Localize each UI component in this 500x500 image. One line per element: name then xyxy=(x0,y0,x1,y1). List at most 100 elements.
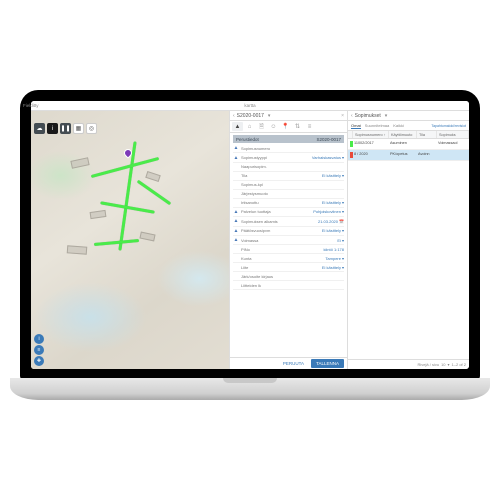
rows-per-page-value[interactable]: 10 xyxy=(441,362,445,367)
pause-icon[interactable]: ❚❚ xyxy=(60,123,71,134)
calendar-icon[interactable]: 📅 xyxy=(339,219,344,224)
field-label: Sopimusnumero xyxy=(241,146,342,151)
cell-state: Avoinn xyxy=(416,150,436,160)
details-panel: ‹ S2020-0017 ▾ × ▲ ⌂ 🗎 ☺ 📍 ⇅ ≡ Perustied… xyxy=(229,111,347,369)
field-label: Voimassa xyxy=(241,238,335,243)
field-icon: ▲ xyxy=(233,155,239,161)
field-label: Järjestysmuoto xyxy=(241,191,342,196)
map-panel[interactable]: ☁ i ❚❚ ▦ ◎ i ≡ ✚ xyxy=(31,111,229,369)
field-dropdown[interactable]: Pohjoiskoviinen xyxy=(313,209,344,214)
field-label: Tila xyxy=(241,173,320,178)
field-label: Irtisanottu xyxy=(241,200,320,205)
form-row: TilaEi käsittely xyxy=(233,172,344,181)
map-quick-controls: i ≡ ✚ xyxy=(34,334,44,366)
cancel-button[interactable]: PERUUTA xyxy=(279,359,308,368)
chevron-down-icon[interactable]: ▾ xyxy=(385,113,388,119)
details-body: Perustiedot S2020-0017 ▲Sopimusnumero▲So… xyxy=(230,133,347,357)
field-label: Liitteiden lk xyxy=(241,283,342,288)
col-use[interactable]: Käyttömuuto xyxy=(389,131,417,138)
field-label: Järk/osoite kirjaus xyxy=(241,274,342,279)
content: ☁ i ❚❚ ▦ ◎ i ≡ ✚ ‹ S2020-0017 ▾ × ▲ ⌂ 🗎 … xyxy=(31,111,469,369)
col-state[interactable]: Tila xyxy=(417,131,437,138)
tab-pin-icon[interactable]: 📍 xyxy=(280,122,291,131)
field-label: Päätösvuosipvm xyxy=(241,228,320,233)
info-button[interactable]: i xyxy=(34,334,44,344)
chevron-down-icon[interactable]: ▾ xyxy=(268,113,271,119)
section-header[interactable]: Perustiedot S2020-0017 xyxy=(233,135,344,143)
col-extra[interactable]: Sopimuks xyxy=(437,131,469,138)
tab-sort-icon[interactable]: ⇅ xyxy=(292,122,303,131)
tab-plan[interactable]: Suunnitelmaa xyxy=(365,123,389,128)
title-right: kartta xyxy=(244,103,255,108)
table-header: Sopimusnumero ↑ Käyttömuuto Tila Sopimuk… xyxy=(348,131,469,139)
cell-use: Asuminen xyxy=(388,139,416,149)
details-tabs: ▲ ⌂ 🗎 ☺ 📍 ⇅ ≡ xyxy=(230,121,347,133)
bezel: Fielditty kartta ☁ i ❚❚ ▦ ◎ i ≡ ✚ xyxy=(20,90,480,380)
form-row: ▲Sopimusnumero xyxy=(233,144,344,153)
field-dropdown[interactable]: Tampere xyxy=(325,256,344,261)
contracts-panel: ‹ Sopimukset ▾ Omat Suunnitelmaa Kaikki … xyxy=(347,111,469,369)
rows-per-page-label: Rivejä / sivu xyxy=(418,362,440,367)
field-dropdown[interactable]: Varhaiskasvatus xyxy=(312,155,344,160)
tab-list-icon[interactable]: ≡ xyxy=(304,122,315,131)
titlebar: Fielditty kartta xyxy=(31,101,469,111)
form-row: Liitteiden lk xyxy=(233,281,344,290)
info-icon[interactable]: i xyxy=(47,123,58,134)
chevron-left-icon[interactable]: ‹ xyxy=(233,113,235,119)
contracts-title: Sopimukset xyxy=(355,113,381,119)
locate-button[interactable]: ✚ xyxy=(34,356,44,366)
field-label: Kunta xyxy=(241,256,323,261)
field-label: Palvelun tuottaja xyxy=(241,209,311,214)
table-row[interactable]: 8 / 2020PK/opetusAvoinn xyxy=(348,150,469,161)
section-title: Perustiedot xyxy=(236,137,259,142)
field-dropdown[interactable]: Ei käsittely xyxy=(322,265,344,270)
details-id: S2020-0017 xyxy=(237,113,264,119)
cell-number: 8 / 2020 xyxy=(352,150,388,160)
cloud-icon[interactable]: ☁ xyxy=(34,123,45,134)
tab-basic-icon[interactable]: ▲ xyxy=(232,122,243,131)
contracts-header: ‹ Sopimukset ▾ xyxy=(348,111,469,121)
page-range: 1–2 of 2 xyxy=(452,362,466,367)
field-icon: ▲ xyxy=(233,218,239,224)
laptop-base xyxy=(10,378,490,400)
cell-extra xyxy=(436,150,469,160)
field-icon: ▲ xyxy=(233,145,239,151)
field-dropdown[interactable]: Ei käsittely xyxy=(322,200,344,205)
tab-home-icon[interactable]: ⌂ xyxy=(244,122,255,131)
grid-icon[interactable]: ▦ xyxy=(73,123,84,134)
form-row: IrtisanottuEi käsittely xyxy=(233,199,344,208)
contracts-tabs: Omat Suunnitelmaa Kaikki Tapahtumaloki/r… xyxy=(348,121,469,131)
layers-button[interactable]: ≡ xyxy=(34,345,44,355)
tab-user-icon[interactable]: ☺ xyxy=(268,122,279,131)
contracts-table: Sopimusnumero ↑ Käyttömuuto Tila Sopimuk… xyxy=(348,131,469,161)
log-link[interactable]: Tapahtumaloki/revisiot xyxy=(431,124,466,128)
form-row: ▲VoimassaEi xyxy=(233,236,344,245)
form-row: Sopimus-kpl xyxy=(233,181,344,190)
field-dropdown[interactable]: Ei käsittely xyxy=(322,228,344,233)
cell-extra: Voimassaol xyxy=(436,139,469,149)
form-row: Järjestysmuoto xyxy=(233,190,344,199)
contracts-footer: Rivejä / sivu 10 ▾ 1–2 of 2 xyxy=(348,359,469,369)
tab-file-icon[interactable]: 🗎 xyxy=(256,122,267,131)
tab-own[interactable]: Omat xyxy=(351,123,361,129)
building xyxy=(66,245,87,254)
field-date[interactable]: 21.03.2020📅 xyxy=(318,219,344,224)
chevron-down-icon[interactable]: ▾ xyxy=(448,362,450,367)
form-row: ▲Sopimuksen alkamis21.03.2020📅 xyxy=(233,217,344,226)
form-row: ▲Palvelun tuottajaPohjoiskoviinen xyxy=(233,208,344,217)
save-button[interactable]: TALLENNA xyxy=(311,359,344,368)
field-dropdown[interactable]: Ei käsittely xyxy=(322,173,344,178)
cell-number: 11002/2017 xyxy=(352,139,388,149)
close-icon[interactable]: × xyxy=(341,113,344,119)
target-icon[interactable]: ◎ xyxy=(86,123,97,134)
field-label: Liite xyxy=(241,265,320,270)
field-label: Sopimustyyppi xyxy=(241,155,310,160)
cell-state xyxy=(416,139,436,149)
chevron-left-icon[interactable]: ‹ xyxy=(351,113,353,119)
field-dropdown[interactable]: Ei xyxy=(337,238,344,243)
laptop-frame: Fielditty kartta ☁ i ❚❚ ▦ ◎ i ≡ ✚ xyxy=(20,90,480,410)
col-number[interactable]: Sopimusnumero ↑ xyxy=(353,131,389,138)
table-row[interactable]: 11002/2017Asuminen Voimassaol xyxy=(348,139,469,150)
field-label: Sopimus-kpl xyxy=(241,182,342,187)
tab-all[interactable]: Kaikki xyxy=(393,123,404,128)
